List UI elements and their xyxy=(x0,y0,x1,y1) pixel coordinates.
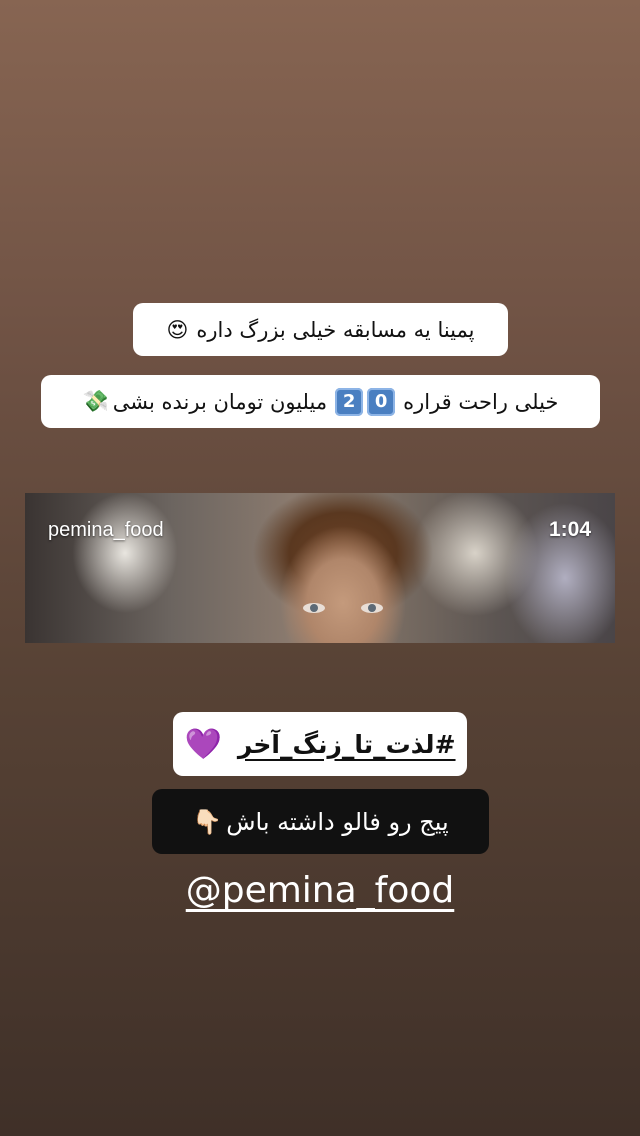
thumbnail-eye-shape xyxy=(361,603,383,613)
caption-text: پمینا یه مسابقه خیلی بزرگ داره xyxy=(196,317,475,342)
digit-key-icon: 0 xyxy=(367,387,396,416)
money-with-wings-emoji-icon: 💸 xyxy=(82,389,109,413)
hashtag-sticker[interactable]: #لذت_تا_زنگ_آخر 💜 xyxy=(173,712,467,776)
heart-eyes-emoji-icon: 😍 xyxy=(166,317,189,342)
follow-text: پیج رو فالو داشته باش xyxy=(226,807,449,836)
caption-sticker-contest: پمینا یه مسابقه خیلی بزرگ داره 😍 xyxy=(133,303,508,356)
shared-video-card[interactable]: pemina_food 1:04 xyxy=(25,493,615,643)
pointing-down-emoji-icon: 👇🏻 xyxy=(192,807,223,836)
video-duration: 1:04 xyxy=(548,518,591,541)
thumbnail-eye-shape xyxy=(303,603,325,613)
follow-sticker: پیج رو فالو داشته باش 👇🏻 xyxy=(152,789,489,854)
mention-link[interactable]: @pemina_food xyxy=(0,870,640,911)
caption-text-after: میلیون تومان برنده بشی xyxy=(112,389,328,414)
purple-heart-emoji-icon: 💜 xyxy=(184,726,222,762)
caption-sticker-prize: خیلی راحت قراره 2 0 میلیون تومان برنده ب… xyxy=(41,375,600,428)
video-username[interactable]: pemina_food xyxy=(48,519,164,542)
hashtag-text[interactable]: #لذت_تا_زنگ_آخر xyxy=(238,730,456,759)
caption-text-before: خیلی راحت قراره xyxy=(403,389,559,414)
digit-key-icon: 2 xyxy=(335,387,364,416)
